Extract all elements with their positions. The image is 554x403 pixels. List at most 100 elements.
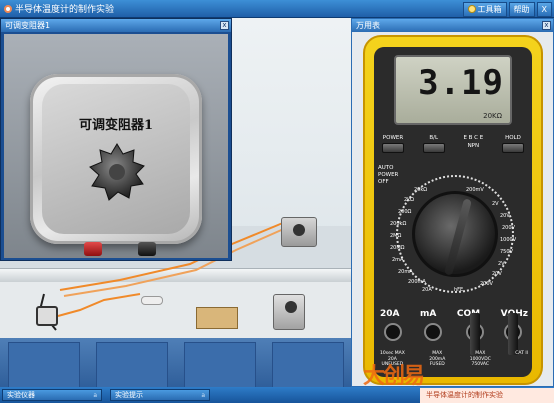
tab-hints[interactable]: 实验提示 a — [110, 389, 210, 401]
rheostat-knob-icon — [285, 301, 297, 313]
app-title-text: 半导体温度计的制作实验 — [15, 5, 115, 15]
help-button[interactable]: 帮助 — [508, 1, 535, 17]
range-label: 200kΩ — [390, 221, 407, 227]
rheostat-view: 可调变阻器1 — [4, 34, 228, 258]
rheostat-window-title: 可调变阻器1 — [5, 21, 51, 30]
range-label: 2V — [498, 261, 505, 267]
exit-button[interactable]: X — [536, 1, 552, 17]
red-terminal[interactable] — [84, 242, 102, 256]
range-label: 20mA — [398, 269, 413, 275]
title-bar: 半导体温度计的制作实验 工具箱 帮助 X — [0, 0, 554, 18]
hold-button-label: HOLD — [505, 135, 521, 141]
range-label: 200mV — [466, 187, 484, 193]
range-dial[interactable] — [412, 191, 498, 277]
range-label: 2kΩ — [404, 197, 414, 203]
range-label: 200V — [480, 281, 493, 287]
title-bar-actions: 工具箱 帮助 X — [462, 1, 552, 17]
range-label: 200Ω — [398, 209, 412, 215]
rheostat-window-header[interactable]: 可调变阻器1 x — [1, 19, 231, 32]
backlight-button-group: B/L — [422, 135, 445, 153]
multimeter-body: 3.19 20KΩ POWER B/L E B C E NPN HOLD AUT… — [363, 35, 543, 385]
running-experiment-label: 半导体温度计的制作实验 — [426, 391, 503, 399]
range-label: 200mA — [408, 279, 426, 285]
dial-pointer-icon — [444, 198, 472, 276]
multimeter-window: 万用表 x 3.19 20KΩ POWER B/L E B C E NPN HO… — [351, 18, 554, 387]
backlight-button-label: B/L — [429, 135, 439, 141]
rheostat-device[interactable] — [281, 217, 317, 247]
range-selector: 200Ω 2kΩ 20kΩ 200kΩ 2MΩ 20MΩ 2mA 20mA 20… — [390, 175, 517, 293]
socket-note: CAT II — [515, 351, 528, 356]
socket-label-20a: 20A — [380, 309, 400, 319]
close-icon: x — [544, 21, 549, 29]
display-unit: 20KΩ — [483, 112, 502, 120]
range-label: 750V — [500, 249, 513, 255]
range-label: 2mA — [392, 257, 404, 263]
multimeter-display: 3.19 20KΩ — [394, 55, 512, 125]
multimeter-face: 3.19 20KΩ POWER B/L E B C E NPN HOLD AUT… — [374, 47, 532, 377]
rheostat-label: 可调变阻器1 — [78, 118, 154, 133]
pin-icon: a — [93, 391, 97, 399]
hold-button-group: HOLD — [501, 135, 524, 153]
socket-20a[interactable] — [384, 323, 402, 341]
app-window: 半导体温度计的制作实验 工具箱 帮助 X 可调变阻器1 x 可调变阻器1 万用表… — [0, 0, 554, 403]
range-label: 20MΩ — [390, 245, 405, 251]
battery-clip-device[interactable] — [36, 306, 58, 326]
range-label: 20A — [422, 287, 432, 293]
circuit-board-device[interactable] — [196, 307, 238, 329]
power-button-group: POWER — [382, 135, 404, 153]
tab-instruments[interactable]: 实验仪器 a — [2, 389, 102, 401]
rheostat-body: 可调变阻器1 — [30, 74, 202, 244]
rheostat-face: 可调变阻器1 — [42, 84, 190, 234]
rheostat-window: 可调变阻器1 x 可调变阻器1 — [0, 18, 232, 261]
tab-hints-label: 实验提示 — [115, 391, 143, 399]
socket-labels: 20A mA COM VΩHz — [380, 309, 528, 319]
range-label: 200V — [502, 225, 515, 231]
input-sockets — [380, 313, 528, 355]
multimeter-window-header[interactable]: 万用表 x — [352, 19, 553, 32]
backlight-button[interactable] — [422, 143, 445, 153]
help-label: 帮助 — [513, 4, 530, 14]
socket-ma[interactable] — [424, 323, 442, 341]
pin-icon: a — [201, 391, 205, 399]
watermark-logo: 大创易 — [363, 364, 425, 389]
multimeter-window-title: 万用表 — [356, 21, 380, 30]
multimeter-close-button[interactable]: x — [542, 21, 551, 30]
rheostat-device-2[interactable] — [273, 294, 305, 330]
range-label: hFE — [454, 287, 464, 293]
tab-instruments-label: 实验仪器 — [7, 391, 35, 399]
status-bar: 实验仪器 a 实验提示 a 半导体温度计的制作实验 — [0, 387, 554, 403]
wire — [57, 293, 141, 317]
thermistor-device[interactable] — [141, 296, 163, 305]
rheostat-knob-icon — [293, 224, 305, 236]
hfe-socket-label: E B C E — [463, 135, 484, 141]
range-label: 20V — [500, 213, 510, 219]
black-probe[interactable] — [508, 313, 518, 355]
black-probe[interactable] — [470, 313, 480, 355]
range-label: 20kΩ — [414, 187, 428, 193]
power-button-label: POWER — [382, 135, 404, 141]
running-experiment[interactable]: 半导体温度计的制作实验 — [420, 388, 554, 403]
auto-text: AUTO — [378, 165, 394, 171]
app-logo-icon — [4, 5, 12, 13]
function-buttons: POWER B/L E B C E NPN HOLD — [382, 135, 524, 153]
socket-note: MAX 1000VDC 750VAC — [469, 351, 491, 367]
exit-label: X — [541, 4, 547, 14]
range-label: 1000V — [500, 237, 517, 243]
range-label: 2V — [492, 201, 499, 207]
socket-label-ma: mA — [420, 309, 437, 319]
range-label: 20V — [492, 271, 502, 277]
rheostat-knob[interactable] — [87, 142, 147, 202]
power-button[interactable] — [382, 143, 404, 153]
black-terminal[interactable] — [138, 242, 156, 256]
app-title: 半导体温度计的制作实验 — [4, 2, 114, 15]
close-icon: x — [222, 21, 227, 29]
toolbox-button[interactable]: 工具箱 — [462, 1, 507, 17]
rheostat-close-button[interactable]: x — [220, 21, 229, 30]
socket-note: MAX 200mA FUSED — [429, 351, 446, 367]
hfe-socket-group: E B C E NPN — [463, 135, 483, 153]
display-reading: 3.19 — [418, 63, 504, 103]
range-label: 2MΩ — [390, 233, 402, 239]
hold-button[interactable] — [501, 143, 524, 153]
npn-label: NPN — [467, 143, 480, 149]
toolbox-label: 工具箱 — [477, 4, 502, 14]
